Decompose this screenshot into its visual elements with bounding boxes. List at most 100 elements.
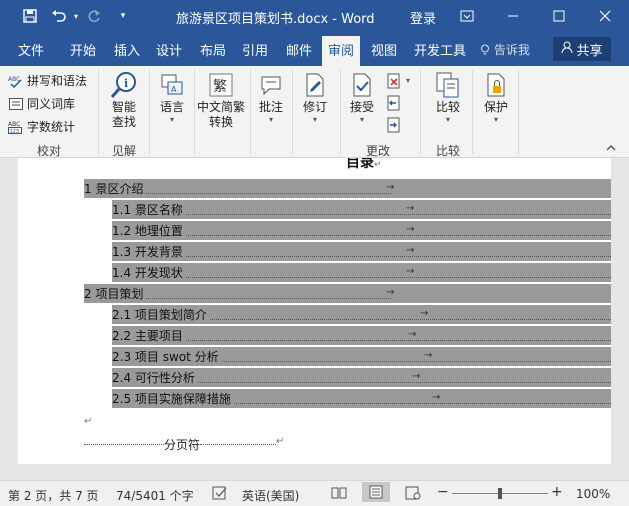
svg-text:繁: 繁 xyxy=(213,79,227,95)
accept-button[interactable]: 接受 ▾ xyxy=(346,70,378,124)
tab-design[interactable]: 设计 xyxy=(156,40,182,59)
chevron-down-icon: ▾ xyxy=(169,115,174,124)
tab-insert[interactable]: 插入 xyxy=(114,40,140,59)
protect-button[interactable]: 保护 ▾ xyxy=(480,70,512,124)
toc-heading: 目录↵ xyxy=(346,158,382,172)
ribbon-separator xyxy=(194,70,195,154)
toc-entry[interactable]: 2.3 项目 swot 分析 → xyxy=(112,347,611,366)
toc-entry[interactable]: 2.5 项目实施保障措施 → xyxy=(112,389,611,408)
next-change-icon[interactable] xyxy=(385,116,403,134)
toc-entry[interactable]: 1.2 地理位置 → xyxy=(112,221,611,240)
tab-mailings[interactable]: 邮件 xyxy=(286,40,312,59)
zoom-out-icon[interactable]: − xyxy=(437,484,449,500)
web-layout-icon[interactable] xyxy=(405,486,421,503)
toc-entry-text: 2.5 项目实施保障措施 xyxy=(112,390,233,407)
person-icon xyxy=(561,41,573,58)
spelling-grammar-button[interactable]: ABC 拼写和语法 xyxy=(8,72,87,89)
ribbon-tabs: 文件 开始 插入 设计 布局 引用 邮件 审阅 视图 开发工具 告诉我 共享 xyxy=(0,32,629,66)
reject-icon[interactable] xyxy=(385,72,403,90)
group-label-insights: 见解 xyxy=(112,144,137,158)
tab-mark-icon: → xyxy=(420,308,429,319)
word-count-label: 字数统计 xyxy=(27,120,76,134)
toc-entry-text: 1.1 景区名称 xyxy=(112,201,185,218)
toc-entry[interactable]: 1.4 开发现状 → xyxy=(112,263,611,282)
language-status[interactable]: 英语(美国) xyxy=(242,487,299,504)
tell-me-box[interactable]: 告诉我 xyxy=(480,41,530,58)
page-indicator[interactable]: 第 2 页，共 7 页 xyxy=(8,487,99,504)
comments-button[interactable]: 批注 ▾ xyxy=(255,70,287,124)
svg-text:ABC: ABC xyxy=(8,121,20,128)
toc-entry-text: 1.4 开发现状 xyxy=(112,264,185,281)
undo-dropdown-icon[interactable]: ▾ xyxy=(67,7,85,25)
toc-entry[interactable]: 2.1 项目策划简介 → xyxy=(112,305,611,324)
chevron-down-icon: ▾ xyxy=(445,115,450,124)
word-count[interactable]: 74/5401 个字 xyxy=(116,487,194,504)
document-area[interactable]: 目录↵ 1 景区介绍 → 1.1 景区名称 → 1.2 地理位置 → 1.3 开… xyxy=(0,158,629,480)
chevron-down-icon[interactable]: ▾ xyxy=(406,76,410,85)
toc-entry-text: 2.4 可行性分析 xyxy=(112,369,197,386)
tab-home[interactable]: 开始 xyxy=(70,40,96,59)
lock-icon xyxy=(481,70,511,100)
spelling-check-icon: ABC xyxy=(8,74,23,88)
zoom-in-icon[interactable]: + xyxy=(551,484,563,500)
previous-change-icon[interactable] xyxy=(385,94,403,112)
read-mode-icon[interactable] xyxy=(331,486,347,503)
track-changes-button[interactable]: 修订 ▾ xyxy=(298,70,332,124)
tab-mark-icon: → xyxy=(406,203,415,214)
word-count-button[interactable]: ABC 123 字数统计 xyxy=(8,118,75,135)
tab-references[interactable]: 引用 xyxy=(242,40,268,59)
language-button[interactable]: A 语言 ▾ xyxy=(156,70,188,124)
print-layout-icon[interactable] xyxy=(362,482,390,502)
toc-entry-text: 2.2 主要项目 xyxy=(112,327,185,344)
smart-lookup-button[interactable]: i 智能 查找 xyxy=(106,70,142,130)
zoom-level[interactable]: 100% xyxy=(576,487,610,501)
toc-entry[interactable]: 2 项目策划 → xyxy=(84,284,611,303)
collapse-ribbon-icon[interactable] xyxy=(606,144,616,155)
toc-entry[interactable]: 2.2 主要项目 → xyxy=(112,326,611,345)
undo-icon[interactable] xyxy=(50,7,68,25)
tab-view[interactable]: 视图 xyxy=(371,40,397,59)
word-count-icon: ABC 123 xyxy=(8,120,23,134)
save-icon[interactable] xyxy=(21,7,39,25)
ribbon-separator xyxy=(292,70,293,154)
tab-review[interactable]: 审阅 xyxy=(322,36,361,66)
toc-entry[interactable]: 2.4 可行性分析 → xyxy=(112,368,611,387)
tab-mark-icon: → xyxy=(424,350,433,361)
share-button[interactable]: 共享 xyxy=(553,37,611,61)
thesaurus-button[interactable]: 同义词库 xyxy=(8,95,75,112)
tab-developer[interactable]: 开发工具 xyxy=(414,40,466,59)
redo-icon[interactable] xyxy=(85,7,103,25)
toc-entry[interactable]: 1 景区介绍 → xyxy=(84,179,611,198)
lightbulb-icon xyxy=(480,43,494,57)
document-page[interactable]: 目录↵ 1 景区介绍 → 1.1 景区名称 → 1.2 地理位置 → 1.3 开… xyxy=(18,158,611,464)
ribbon-display-options-icon[interactable] xyxy=(444,0,490,32)
close-icon[interactable] xyxy=(582,0,628,32)
toc-entry[interactable]: 1.1 景区名称 → xyxy=(112,200,611,219)
thesaurus-label: 同义词库 xyxy=(27,97,76,111)
proofing-status-icon[interactable] xyxy=(212,486,228,503)
smart-lookup-icon: i xyxy=(109,70,139,100)
login-button[interactable]: 登录 xyxy=(410,8,436,27)
compare-button[interactable]: 比较 ▾ xyxy=(432,70,464,124)
zoom-slider-thumb[interactable] xyxy=(498,488,502,499)
maximize-icon[interactable] xyxy=(536,0,582,32)
paragraph-mark: ↵ xyxy=(84,416,93,427)
tab-layout[interactable]: 布局 xyxy=(200,40,226,59)
toc-entry[interactable]: 1.3 开发背景 → xyxy=(112,242,611,261)
tab-file[interactable]: 文件 xyxy=(18,40,44,59)
chinese-conversion-label-2: 转换 xyxy=(208,115,233,129)
minimize-icon[interactable] xyxy=(490,0,536,32)
page-break[interactable]: 分页符 ↵ xyxy=(84,436,284,452)
track-changes-label: 修订 xyxy=(302,100,327,114)
compare-label: 比较 xyxy=(435,100,460,114)
svg-text:123: 123 xyxy=(10,129,20,134)
toc-entry-text: 1.2 地理位置 xyxy=(112,222,185,239)
chinese-conversion-button[interactable]: 繁 中文简繁 转换 xyxy=(196,70,246,130)
protect-label: 保护 xyxy=(483,100,508,114)
customize-quick-access-icon[interactable]: ▾ xyxy=(114,7,132,25)
status-bar: 第 2 页，共 7 页 74/5401 个字 英语(美国) − + 100% xyxy=(0,480,629,506)
ribbon-separator xyxy=(518,70,519,154)
tab-mark-icon: → xyxy=(386,287,395,298)
toc-entry-text: 2.3 项目 swot 分析 xyxy=(112,348,221,365)
tab-mark-icon: → xyxy=(406,266,415,277)
